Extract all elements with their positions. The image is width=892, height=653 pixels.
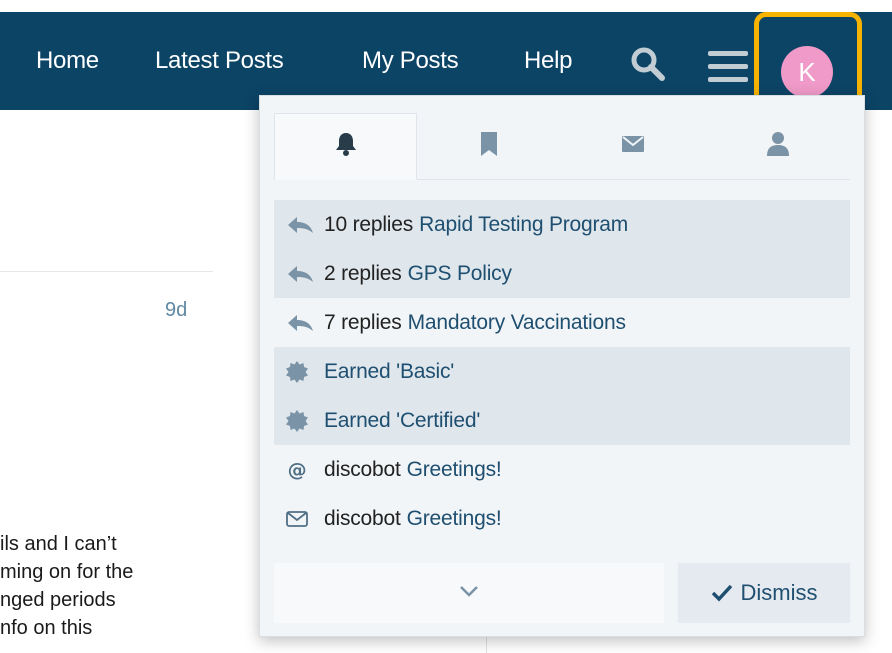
notification-item[interactable]: Earned 'Certified' bbox=[274, 396, 850, 445]
notification-title: Earned 'Certified' bbox=[324, 408, 481, 432]
bell-icon bbox=[335, 132, 357, 161]
badge-icon bbox=[286, 409, 316, 432]
notification-item[interactable]: 7 replies Mandatory Vaccinations bbox=[274, 298, 850, 347]
user-menu-panel: 10 replies Rapid Testing Program 2 repli… bbox=[259, 95, 865, 637]
bookmark-icon bbox=[480, 132, 498, 161]
notification-item[interactable]: @ discobot Greetings! bbox=[274, 445, 850, 494]
notification-item[interactable]: 10 replies Rapid Testing Program bbox=[274, 200, 850, 249]
reply-icon bbox=[286, 214, 316, 236]
hamburger-menu-icon[interactable] bbox=[708, 51, 748, 88]
post-excerpt-line: ils and I can’t bbox=[0, 533, 117, 555]
user-avatar[interactable]: K bbox=[781, 46, 833, 98]
notification-title: Greetings! bbox=[406, 457, 502, 481]
badge-icon bbox=[286, 360, 316, 383]
post-divider bbox=[0, 271, 213, 272]
notification-title: Mandatory Vaccinations bbox=[407, 310, 626, 334]
tab-messages[interactable] bbox=[561, 113, 705, 180]
notification-item[interactable]: discobot Greetings! bbox=[274, 494, 850, 543]
show-more-button[interactable] bbox=[274, 563, 664, 623]
nav-latest-posts-link[interactable]: Latest Posts bbox=[155, 46, 284, 76]
notification-item[interactable]: 2 replies GPS Policy bbox=[274, 249, 850, 298]
notification-item[interactable]: Earned 'Basic' bbox=[274, 347, 850, 396]
checkmark-icon bbox=[711, 584, 733, 602]
user-icon bbox=[766, 132, 789, 161]
tab-profile[interactable] bbox=[705, 113, 850, 180]
notification-title: Greetings! bbox=[406, 506, 502, 530]
notification-name: discobot bbox=[324, 506, 401, 530]
nav-help-link[interactable]: Help bbox=[524, 46, 572, 76]
page: 9d ils and I can’t ming on for the nged … bbox=[0, 0, 892, 653]
notification-name: 7 replies bbox=[324, 310, 402, 334]
notification-title: Earned 'Basic' bbox=[324, 359, 455, 383]
search-icon[interactable] bbox=[630, 46, 666, 87]
svg-text:@: @ bbox=[288, 459, 307, 481]
reply-icon bbox=[286, 312, 316, 334]
chevron-down-icon bbox=[459, 584, 479, 602]
reply-icon bbox=[286, 263, 316, 285]
post-excerpt-line: nfo on this bbox=[0, 617, 93, 639]
notification-title: Rapid Testing Program bbox=[419, 212, 629, 236]
post-excerpt: ils and I can’t ming on for the nged per… bbox=[0, 530, 230, 642]
dismiss-label: Dismiss bbox=[740, 580, 818, 605]
notification-name: 2 replies bbox=[324, 261, 402, 285]
at-mention-icon: @ bbox=[286, 459, 316, 481]
notification-title: GPS Policy bbox=[407, 261, 512, 285]
post-excerpt-line: ming on for the bbox=[0, 561, 134, 583]
dismiss-button[interactable]: Dismiss bbox=[678, 563, 850, 623]
notification-name: 10 replies bbox=[324, 212, 414, 236]
tab-bookmarks[interactable] bbox=[417, 113, 561, 180]
notification-list: 10 replies Rapid Testing Program 2 repli… bbox=[274, 200, 850, 543]
post-excerpt-line: nged periods bbox=[0, 589, 116, 611]
post-age: 9d bbox=[165, 299, 188, 321]
envelope-icon bbox=[286, 508, 316, 530]
tab-notifications[interactable] bbox=[274, 113, 417, 180]
nav-home-link[interactable]: Home bbox=[36, 46, 99, 76]
notification-name: discobot bbox=[324, 457, 401, 481]
user-menu-tabs bbox=[274, 113, 850, 180]
envelope-icon bbox=[622, 136, 644, 157]
nav-my-posts-link[interactable]: My Posts bbox=[362, 46, 459, 76]
